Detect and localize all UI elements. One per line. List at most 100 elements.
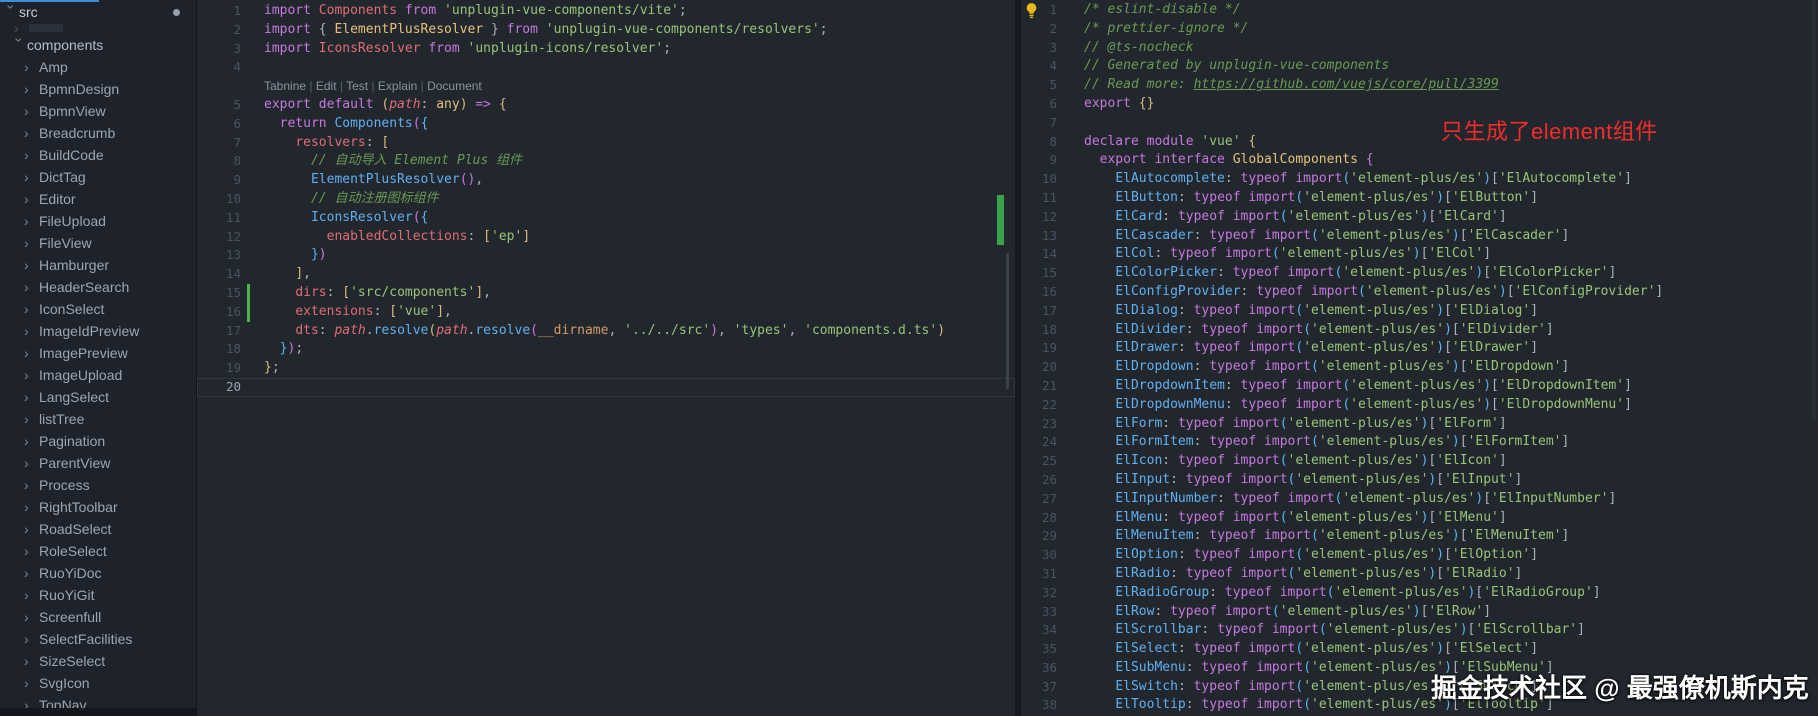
line-number: 11 bbox=[1021, 189, 1057, 208]
explorer-item-label: Process bbox=[39, 477, 90, 493]
codelens-test[interactable]: Test bbox=[346, 79, 368, 93]
left-editor-pane[interactable]: 1import Components from 'unplugin-vue-co… bbox=[197, 0, 1015, 716]
explorer-item-breadcrumb[interactable]: ›Breadcrumb bbox=[0, 122, 196, 144]
code-line-12: 12 enabledCollections: ['ep'] bbox=[197, 228, 1015, 247]
line-number: 24 bbox=[1021, 433, 1057, 452]
explorer-item-label: Breadcrumb bbox=[39, 125, 115, 141]
code-line-17: 17 dts: path.resolve(path.resolve(__dirn… bbox=[197, 322, 1015, 341]
explorer-sidebar: › src › › components ›Amp›BpmnDesign›Bpm… bbox=[0, 0, 197, 716]
chevron-right-icon: › bbox=[24, 434, 39, 448]
line-number: 6 bbox=[1021, 95, 1057, 114]
explorer-item-langselect[interactable]: ›LangSelect bbox=[0, 386, 196, 408]
explorer-item-selectfacilities[interactable]: ›SelectFacilities bbox=[0, 628, 196, 650]
codelens-separator: | bbox=[417, 79, 427, 93]
line-number: 13 bbox=[1021, 227, 1057, 246]
code-line-18: 18 ElDivider: typeof import('element-plu… bbox=[1021, 321, 1818, 340]
explorer-item-process[interactable]: ›Process bbox=[0, 474, 196, 496]
left-scrollbar-thumb[interactable] bbox=[1006, 253, 1009, 389]
explorer-item-iconselect[interactable]: ›IconSelect bbox=[0, 298, 196, 320]
chevron-right-icon: › bbox=[24, 346, 39, 360]
explorer-item-amp[interactable]: ›Amp bbox=[0, 56, 196, 78]
explorer-item-imageupload[interactable]: ›ImageUpload bbox=[0, 364, 196, 386]
code-line-4: 4 bbox=[197, 58, 1015, 77]
explorer-item-fileupload[interactable]: ›FileUpload bbox=[0, 210, 196, 232]
explorer-item-label: listTree bbox=[39, 411, 84, 427]
code-line-19: 19 ElDrawer: typeof import('element-plus… bbox=[1021, 339, 1818, 358]
explorer-item-editor[interactable]: ›Editor bbox=[0, 188, 196, 210]
explorer-item-screenfull[interactable]: ›Screenfull bbox=[0, 606, 196, 628]
explorer-item-pagination[interactable]: ›Pagination bbox=[0, 430, 196, 452]
explorer-item-bpmnview[interactable]: ›BpmnView bbox=[0, 100, 196, 122]
line-number: 12 bbox=[197, 228, 241, 247]
right-editor-pane[interactable]: 1/* eslint-disable */2/* prettier-ignore… bbox=[1021, 0, 1818, 716]
explorer-item-label: ImageUpload bbox=[39, 367, 122, 383]
explorer-item-listtree[interactable]: ›listTree bbox=[0, 408, 196, 430]
line-number: 11 bbox=[197, 209, 241, 228]
explorer-item-ruoyidoc[interactable]: ›RuoYiDoc bbox=[0, 562, 196, 584]
explorer-item-label: DictTag bbox=[39, 169, 86, 185]
explorer-item-headersearch[interactable]: ›HeaderSearch bbox=[0, 276, 196, 298]
chevron-right-icon: › bbox=[24, 236, 39, 250]
explorer-item-label: ParentView bbox=[39, 455, 110, 471]
explorer-item-label: FileUpload bbox=[39, 213, 106, 229]
code-line-5: 5export default (path: any) => { bbox=[197, 96, 1015, 115]
explorer-item-roleselect[interactable]: ›RoleSelect bbox=[0, 540, 196, 562]
chevron-right-icon: › bbox=[24, 456, 39, 470]
explorer-item-label: Amp bbox=[39, 59, 68, 75]
codelens-edit[interactable]: Edit bbox=[316, 79, 337, 93]
code-line-19: 19}; bbox=[197, 359, 1015, 378]
line-number: 10 bbox=[1021, 170, 1057, 189]
sidebar-accent-line bbox=[0, 0, 99, 2]
explorer-item-buildcode[interactable]: ›BuildCode bbox=[0, 144, 196, 166]
explorer-item-label: Screenfull bbox=[39, 609, 101, 625]
explorer-folder-components[interactable]: › components bbox=[0, 34, 196, 56]
line-number: 21 bbox=[1021, 377, 1057, 396]
chevron-right-icon: › bbox=[24, 544, 39, 558]
code-line-1: 1/* eslint-disable */ bbox=[1021, 1, 1818, 20]
codelens-explain[interactable]: Explain bbox=[378, 79, 417, 93]
code-line-6: 6 return Components({ bbox=[197, 115, 1015, 134]
right-scrollbar-thumb[interactable] bbox=[1812, 0, 1816, 420]
explorer-item-ruoyigit[interactable]: ›RuoYiGit bbox=[0, 584, 196, 606]
explorer-item-label: SizeSelect bbox=[39, 653, 105, 669]
right-code-content: 1/* eslint-disable */2/* prettier-ignore… bbox=[1021, 1, 1818, 715]
chevron-right-icon: › bbox=[24, 258, 39, 272]
explorer-item-sizeselect[interactable]: ›SizeSelect bbox=[0, 650, 196, 672]
explorer-item-svgicon[interactable]: ›SvgIcon bbox=[0, 672, 196, 694]
code-line-12: 12 ElCard: typeof import('element-plus/e… bbox=[1021, 208, 1818, 227]
explorer-item-bpmndesign[interactable]: ›BpmnDesign bbox=[0, 78, 196, 100]
explorer-item-roadselect[interactable]: ›RoadSelect bbox=[0, 518, 196, 540]
git-added-gutter-bar bbox=[247, 284, 250, 303]
explorer-item-label: Editor bbox=[39, 191, 76, 207]
explorer-item-imagepreview[interactable]: ›ImagePreview bbox=[0, 342, 196, 364]
code-line-13: 13 }) bbox=[197, 246, 1015, 265]
code-line-4: 4// Generated by unplugin-vue-components bbox=[1021, 57, 1818, 76]
explorer-item-label: HeaderSearch bbox=[39, 279, 129, 295]
explorer-item-fileview[interactable]: ›FileView bbox=[0, 232, 196, 254]
explorer-item-label: RuoYiGit bbox=[39, 587, 95, 603]
line-number: 18 bbox=[197, 340, 241, 359]
line-number: 4 bbox=[197, 58, 241, 77]
code-line-26: 26 ElInput: typeof import('element-plus/… bbox=[1021, 471, 1818, 490]
line-number: 14 bbox=[197, 265, 241, 284]
explorer-item-hamburger[interactable]: ›Hamburger bbox=[0, 254, 196, 276]
codelens-document[interactable]: Document bbox=[427, 79, 482, 93]
explorer-item-parentview[interactable]: ›ParentView bbox=[0, 452, 196, 474]
code-line-11: 11 IconsResolver({ bbox=[197, 209, 1015, 228]
line-number: 2 bbox=[197, 21, 241, 40]
explorer-item-label: RuoYiDoc bbox=[39, 565, 102, 581]
line-number: 22 bbox=[1021, 396, 1057, 415]
explorer-root-src[interactable]: › src bbox=[0, 2, 196, 22]
explorer-item-dicttag[interactable]: ›DictTag bbox=[0, 166, 196, 188]
chevron-right-icon: › bbox=[24, 412, 39, 426]
chevron-down-icon: › bbox=[5, 5, 19, 20]
explorer-item-faded[interactable]: › bbox=[0, 22, 196, 34]
left-code-content: 1import Components from 'unplugin-vue-co… bbox=[197, 2, 1015, 397]
explorer-item-righttoolbar[interactable]: ›RightToolbar bbox=[0, 496, 196, 518]
explorer-tree: ›Amp›BpmnDesign›BpmnView›Breadcrumb›Buil… bbox=[0, 56, 196, 716]
explorer-item-imageidpreview[interactable]: ›ImageIdPreview bbox=[0, 320, 196, 342]
line-number: 1 bbox=[1021, 1, 1057, 20]
explorer-item-label: FileView bbox=[39, 235, 92, 251]
git-added-gutter-bar bbox=[247, 303, 250, 322]
codelens-tabnine[interactable]: Tabnine bbox=[264, 79, 306, 93]
